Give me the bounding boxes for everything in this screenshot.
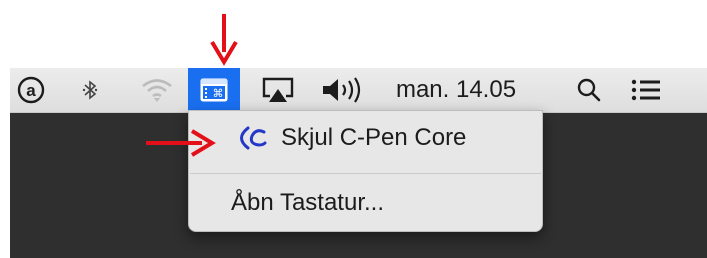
spotlight-search-icon[interactable] xyxy=(572,68,606,112)
keyboard-viewer-icon[interactable]: ⌘ xyxy=(188,68,240,112)
c-pen-logo-icon xyxy=(231,124,269,152)
keyboard-menu-dropdown: Skjul C-Pen Core Åbn Tastatur... xyxy=(188,110,543,232)
menu-item-label: Åbn Tastatur... xyxy=(231,189,384,216)
menu-item-hide-c-pen-core[interactable]: Skjul C-Pen Core xyxy=(189,113,542,163)
red-arrow-right-icon xyxy=(146,129,216,157)
volume-icon[interactable] xyxy=(316,68,370,112)
red-arrow-down-icon xyxy=(210,14,238,66)
menu-item-label: Skjul C-Pen Core xyxy=(281,124,467,151)
airplay-icon[interactable] xyxy=(258,68,298,112)
svg-text:a: a xyxy=(26,81,36,100)
menu-bar: a ⌘ man. 14.05 xyxy=(10,68,707,113)
menu-item-open-keyboard[interactable]: Åbn Tastatur... xyxy=(189,178,542,228)
notification-center-icon[interactable] xyxy=(626,68,666,112)
menu-bar-clock[interactable]: man. 14.05 xyxy=(388,68,524,112)
menu-separator xyxy=(190,173,541,174)
bluetooth-icon[interactable] xyxy=(76,68,104,112)
wifi-icon[interactable] xyxy=(138,68,176,112)
svg-text:⌘: ⌘ xyxy=(213,87,224,100)
accessibility-at-icon[interactable]: a xyxy=(14,68,48,112)
